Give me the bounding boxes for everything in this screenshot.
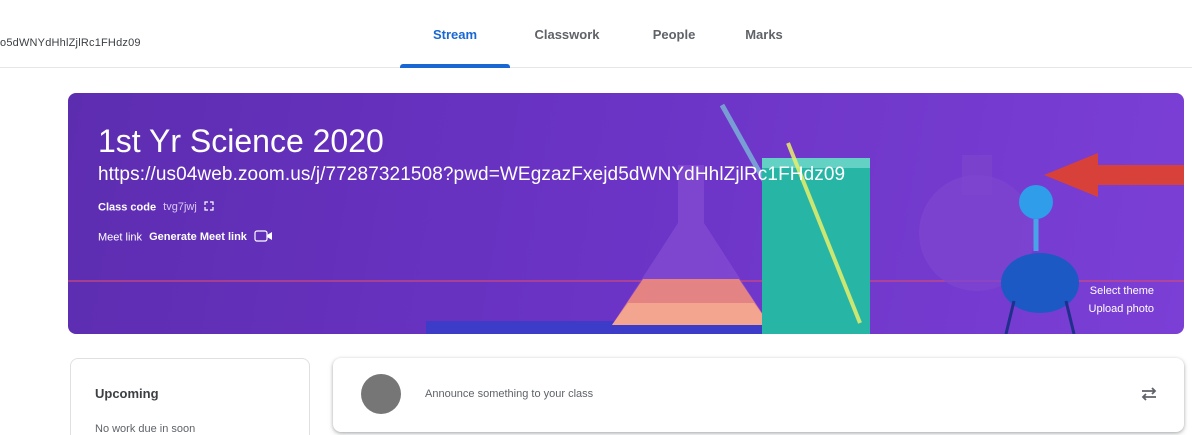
meet-link-label: Meet link (98, 231, 143, 244)
theme-links: Select theme Upload photo (1089, 282, 1154, 318)
video-camera-icon[interactable] (254, 230, 274, 245)
top-navigation-bar: o5dWNYdHhlZjlRc1FHdz09 Stream Classwork … (0, 0, 1192, 68)
meet-link-row: Meet link Generate Meet link (98, 230, 274, 245)
tab-people-label: People (652, 27, 696, 42)
select-theme-link[interactable]: Select theme (1089, 282, 1154, 300)
upload-photo-link[interactable]: Upload photo (1089, 300, 1154, 318)
upcoming-title: Upcoming (95, 386, 159, 401)
tab-classwork[interactable]: Classwork (510, 0, 624, 68)
fullscreen-icon[interactable] (204, 201, 214, 214)
class-subtitle: https://us04web.zoom.us/j/77287321508?pw… (98, 164, 846, 185)
class-banner: 1st Yr Science 2020 https://us04web.zoom… (68, 93, 1184, 334)
announce-placeholder: Announce something to your class (425, 388, 594, 400)
tab-marks-label: Marks (745, 27, 783, 42)
red-arrow-annotation (1044, 153, 1184, 197)
generate-meet-link-button[interactable]: Generate Meet link (149, 231, 247, 243)
tab-marks[interactable]: Marks (724, 0, 804, 68)
avatar (361, 374, 401, 414)
tab-stream[interactable]: Stream (400, 0, 510, 68)
upcoming-card: Upcoming No work due in soon (70, 358, 310, 435)
repost-icon[interactable] (1138, 383, 1160, 410)
class-code-row: Class code tvg7jwj (98, 201, 214, 214)
upcoming-empty-text: No work due in soon (95, 423, 196, 435)
breadcrumb: o5dWNYdHhlZjlRc1FHdz09 (0, 37, 141, 49)
tab-bar: Stream Classwork People Marks (400, 0, 804, 68)
class-title: 1st Yr Science 2020 (98, 123, 384, 159)
active-tab-indicator (400, 64, 510, 68)
tab-people[interactable]: People (624, 0, 724, 68)
tab-classwork-label: Classwork (534, 27, 600, 42)
announce-box[interactable]: Announce something to your class (333, 358, 1184, 432)
class-code-label: Class code (98, 201, 157, 214)
class-code-value[interactable]: tvg7jwj (163, 201, 197, 213)
tab-stream-label: Stream (432, 27, 478, 42)
